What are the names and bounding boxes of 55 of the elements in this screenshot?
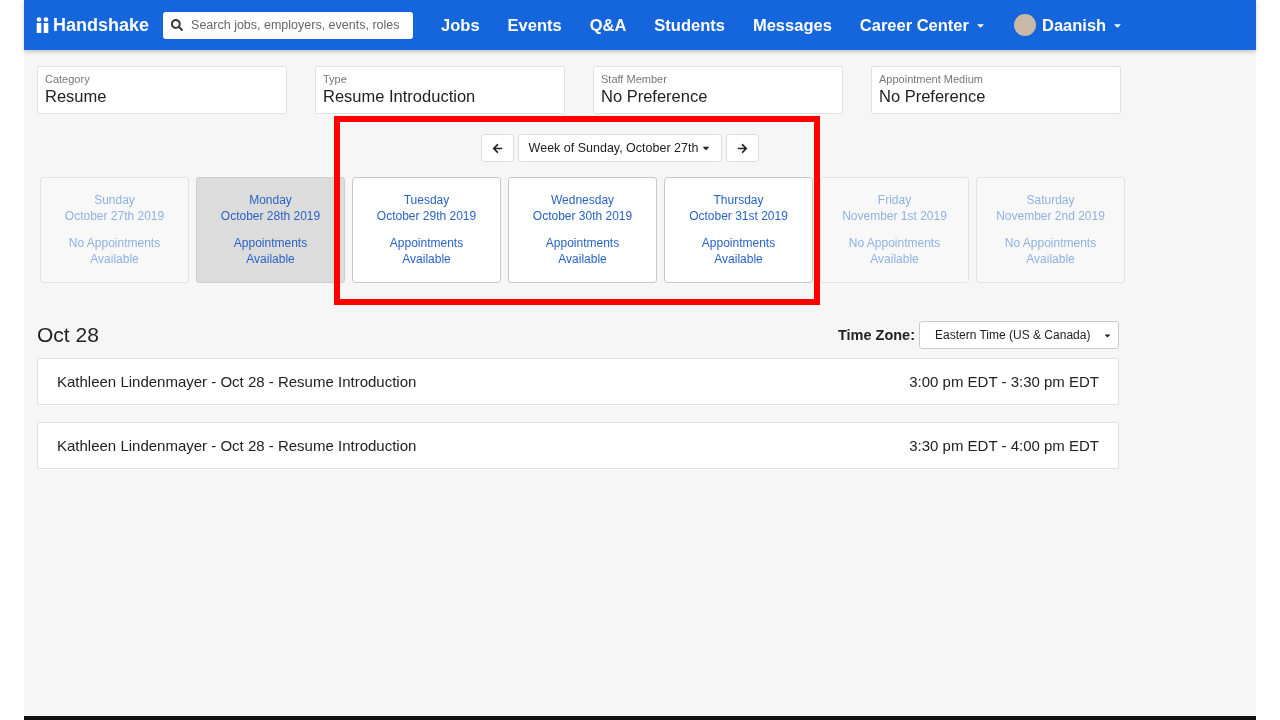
handshake-logo[interactable]: Handshake <box>36 14 150 36</box>
time-zone-select[interactable]: Eastern Time (US & Canada) <box>919 321 1119 349</box>
filter-dropdown[interactable]: Appointment Medium No Preference <box>871 66 1121 114</box>
user-menu[interactable]: Daanish <box>999 14 1138 36</box>
logo-mark-icon <box>36 17 50 33</box>
availability-status: Appointments Available <box>544 235 621 267</box>
filter-dropdown[interactable]: Type Resume Introduction <box>315 66 565 114</box>
previous-week-button[interactable] <box>480 134 514 162</box>
availability-status: No Appointments Available <box>67 235 162 267</box>
day-name: Thursday <box>713 192 764 208</box>
day-date: October 30th 2019 <box>532 208 633 224</box>
search-icon <box>171 19 184 31</box>
day-name: Saturday <box>1026 192 1075 208</box>
day-name: Sunday <box>94 192 135 208</box>
filter-dropdown[interactable]: Staff Member No Preference <box>593 66 843 114</box>
appointment-slot[interactable]: Kathleen Lindenmayer - Oct 28 - Resume Introduction 3:30 pm EDT - 4:00 pm EDT <box>37 422 1119 469</box>
date-heading: Oct 28 <box>37 323 99 347</box>
right-arrow-icon <box>737 142 749 154</box>
nav-link[interactable]: Events <box>493 15 576 35</box>
availability-status: No Appointments Available <box>1003 235 1098 267</box>
search-field[interactable]: Search jobs, employers, events, roles <box>163 11 414 39</box>
day-date: October 28th 2019 <box>220 208 321 224</box>
availability-status: Appointments Available <box>700 235 777 267</box>
appointment-slot[interactable]: Kathleen Lindenmayer - Oct 28 - Resume Introduction 3:00 pm EDT - 3:30 pm EDT <box>37 358 1119 405</box>
day-name: Tuesday <box>403 192 450 208</box>
day-name: Wednesday <box>550 192 615 208</box>
day-date: October 31st 2019 <box>689 208 788 224</box>
day-date: November 2nd 2019 <box>996 208 1105 224</box>
day-date: November 1st 2019 <box>842 208 947 224</box>
avatar-circle <box>1013 14 1036 36</box>
filter-dropdown[interactable]: Category Resume <box>37 66 287 114</box>
time-zone-label: Time Zone: <box>837 327 915 343</box>
day-date: October 27th 2019 <box>64 208 165 224</box>
day-card[interactable]: Monday October 28th 2019 Appointments Available <box>196 177 345 283</box>
slot-time: 3:30 pm EDT - 4:00 pm EDT <box>909 437 1099 454</box>
slot-title: Kathleen Lindenmayer - Oct 28 - Resume Introduction <box>57 437 417 454</box>
day-card[interactable]: Thursday October 31st 2019 Appointments Available <box>664 177 813 283</box>
slot-title: Kathleen Lindenmayer - Oct 28 - Resume Introduction <box>57 373 417 390</box>
nav-link[interactable]: Jobs <box>427 15 494 35</box>
availability-status: No Appointments Available <box>847 235 942 267</box>
day-card[interactable]: Tuesday October 29th 2019 Appointments Available <box>352 177 501 283</box>
day-name: Friday <box>877 192 912 208</box>
availability-status: Appointments Available <box>388 235 465 267</box>
day-card[interactable]: Wednesday October 30th 2019 Appointments Available <box>508 177 657 283</box>
nav-link[interactable]: Students <box>640 15 739 35</box>
day-date: October 29th 2019 <box>376 208 477 224</box>
nav-link[interactable]: Messages <box>738 15 846 35</box>
nav-link[interactable]: Career Center <box>845 15 1000 35</box>
availability-status: Appointments Available <box>232 235 309 267</box>
next-week-button[interactable] <box>726 134 760 162</box>
slot-time: 3:00 pm EDT - 3:30 pm EDT <box>909 373 1099 390</box>
week-dropdown[interactable]: Week of Sunday, October 27th <box>517 134 723 162</box>
left-arrow-icon <box>491 142 503 154</box>
nav-link[interactable]: Q&A <box>575 15 641 35</box>
day-name: Monday <box>249 192 292 208</box>
